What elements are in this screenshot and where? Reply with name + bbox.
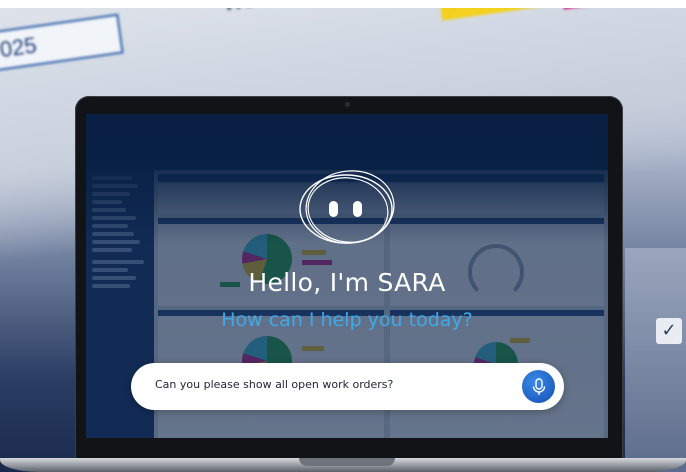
microphone-button[interactable] [522,370,555,403]
background-checkbox: ✓ [656,318,682,344]
laptop-notch [299,458,395,466]
assistant-prompt-input[interactable] [155,378,515,391]
webcam-dot [345,102,350,107]
assistant-greeting: Hello, I'm SARA [248,268,446,297]
background-magenta-badge [559,8,644,10]
assistant-prompt-box [131,363,564,410]
background-page-title: Work Orders [221,8,348,17]
background-date-field: 025 [0,13,124,72]
microphone-icon [532,377,545,395]
background-side-panel: ✓ [625,248,686,472]
background-status-badge: In-Process: 3 [437,8,560,21]
sara-face-icon [294,168,402,248]
assistant-subtitle: How can I help you today? [221,309,473,331]
